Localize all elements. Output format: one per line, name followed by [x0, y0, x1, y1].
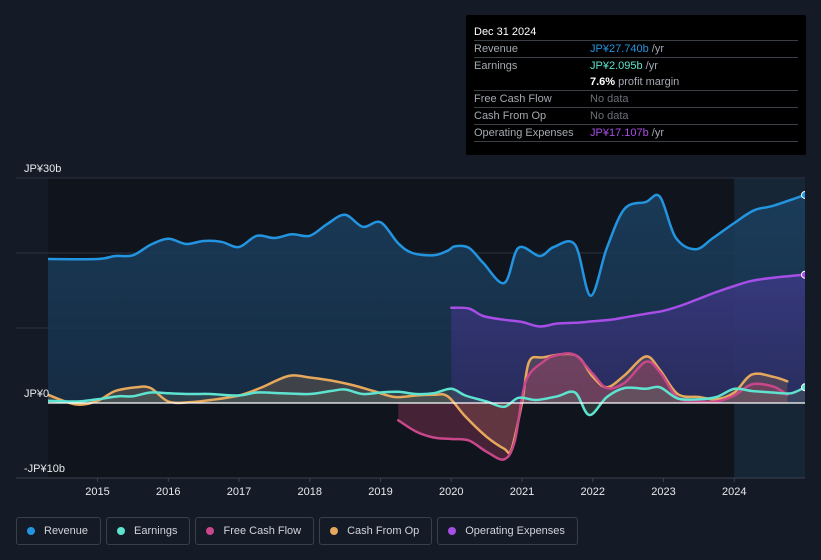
tooltip-label: Earnings	[474, 60, 518, 72]
tooltip-label	[474, 74, 590, 90]
tooltip-value: JP¥2.095b	[590, 60, 643, 72]
tooltip-unit: /yr	[642, 60, 658, 72]
legend-item-free-cash-flow[interactable]: Free Cash Flow	[195, 517, 315, 545]
legend-label: Earnings	[134, 525, 178, 537]
x-tick-label: 2015	[85, 486, 109, 498]
y-tick-label: -JP¥10b	[24, 463, 65, 475]
x-tick-label: 2024	[722, 486, 746, 498]
y-tick-label: JP¥0	[24, 388, 49, 400]
right-gutter	[805, 170, 821, 485]
x-tick-label: 2017	[227, 486, 251, 498]
tooltip-row-opex: Operating Expenses JP¥17.107b /yr	[474, 125, 798, 142]
legend-label: Cash From Op	[347, 525, 420, 537]
tooltip-row-revenue: Revenue JP¥27.740b /yr	[474, 41, 798, 58]
x-tick-label: 2022	[581, 486, 605, 498]
hover-tooltip: Dec 31 2024 Revenue JP¥27.740b /yr Earni…	[466, 15, 806, 155]
tooltip-row-earnings: Earnings JP¥2.095b /yr	[474, 58, 798, 74]
tooltip-value: No data	[590, 93, 629, 105]
legend-label: Operating Expenses	[465, 525, 565, 537]
tooltip-row-fcf: Free Cash Flow No data	[474, 91, 798, 108]
x-tick-label: 2018	[298, 486, 322, 498]
legend-label: Revenue	[44, 525, 89, 537]
tooltip-label: Operating Expenses	[474, 127, 574, 139]
tooltip-unit: /yr	[648, 43, 664, 55]
tooltip-date: Dec 31 2024	[474, 24, 798, 41]
free-cash-flow-dot-icon	[206, 527, 215, 535]
tooltip-row-profit-margin: 7.6% profit margin	[474, 74, 798, 91]
legend-item-revenue[interactable]: Revenue	[16, 517, 102, 545]
x-tick-label: 2019	[368, 486, 392, 498]
cash-from-op-dot-icon	[330, 527, 339, 535]
operating-expenses-dot-icon	[448, 527, 457, 535]
tooltip-unit: /yr	[648, 127, 664, 139]
profit-margin-label: profit margin	[615, 76, 680, 88]
tooltip-label: Revenue	[474, 43, 519, 55]
tooltip-value: JP¥17.107b	[590, 127, 649, 139]
y-tick-label: JP¥30b	[24, 163, 61, 175]
tooltip-label: Cash From Op	[474, 110, 547, 122]
legend-item-operating-expenses[interactable]: Operating Expenses	[437, 517, 578, 545]
x-tick-label: 2020	[439, 486, 463, 498]
x-tick-label: 2021	[510, 486, 534, 498]
revenue-dot-icon	[27, 527, 35, 535]
x-tick-label: 2016	[156, 486, 180, 498]
legend-label: Free Cash Flow	[223, 525, 302, 537]
profit-margin-value: 7.6%	[590, 76, 616, 88]
legend-item-cash-from-op[interactable]: Cash From Op	[319, 517, 433, 545]
tooltip-label: Free Cash Flow	[474, 93, 552, 105]
earnings-dot-icon	[117, 527, 126, 535]
tooltip-row-cfo: Cash From Op No data	[474, 108, 798, 125]
x-tick-label: 2023	[651, 486, 675, 498]
tooltip-value: JP¥27.740b	[590, 43, 649, 55]
tooltip-value: No data	[590, 110, 629, 122]
legend-item-earnings[interactable]: Earnings	[106, 517, 191, 545]
legend: Revenue Earnings Free Cash Flow Cash Fro…	[16, 517, 578, 545]
